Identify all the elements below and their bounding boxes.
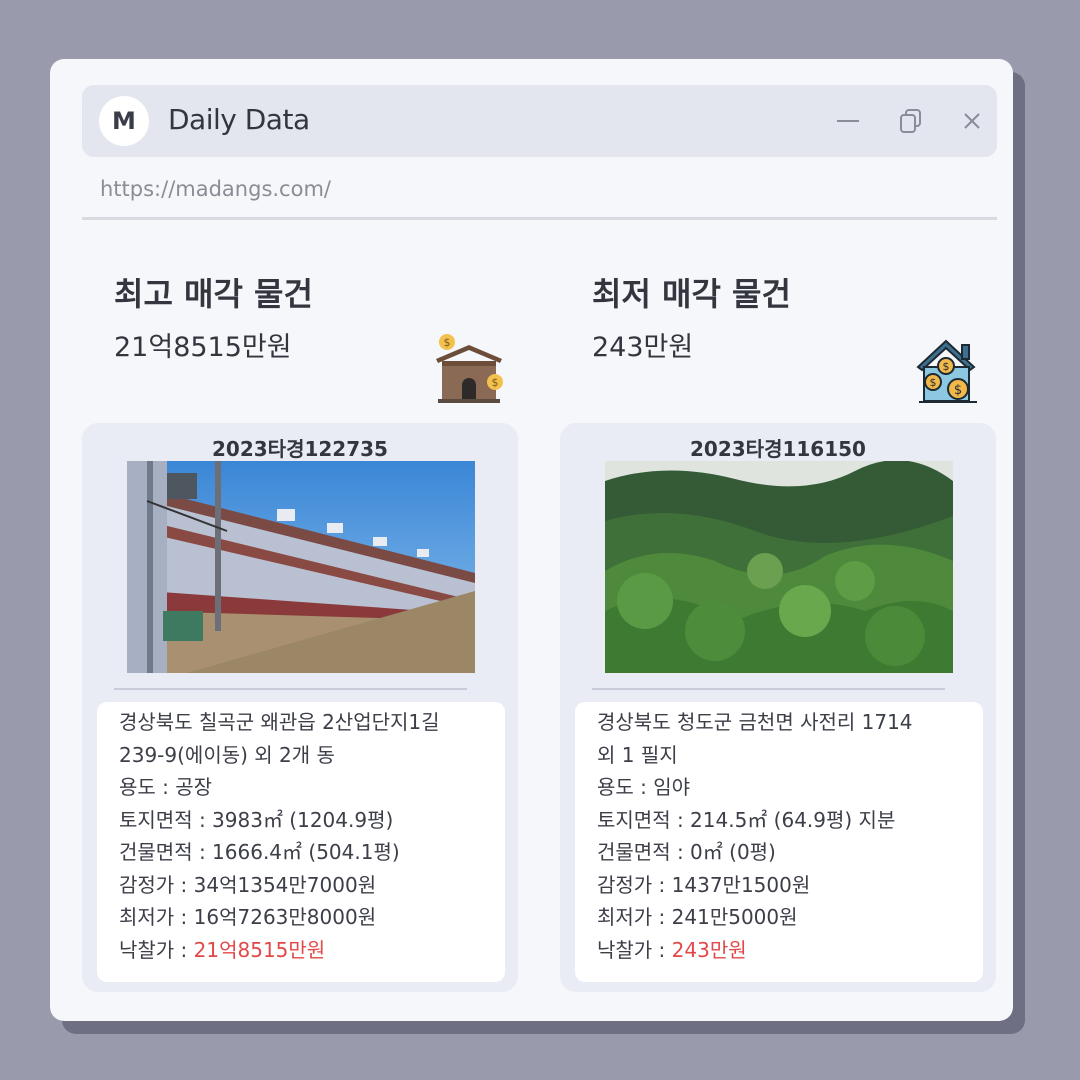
highest-price: 21억8515만원 [114, 332, 292, 363]
property-details: 경상북도 청도군 금천면 사전리 1714 외 1 필지 용도 : 임야 토지면… [575, 702, 983, 982]
case-number: 2023타경116150 [690, 437, 866, 461]
card-divider [114, 688, 467, 690]
url-text[interactable]: https://madangs.com/ [100, 177, 331, 201]
building-area-text: 건물면적 : 0㎡ (0평) [597, 840, 776, 864]
copy-icon [900, 109, 921, 133]
copy-button[interactable] [897, 107, 925, 135]
minimize-icon [837, 120, 859, 122]
close-button[interactable] [958, 107, 986, 135]
close-icon [964, 113, 980, 129]
app-window: M Daily Data https://madangs.com/ 최고 매각 … [50, 59, 1013, 1021]
case-number: 2023타경122735 [212, 437, 388, 461]
winning-bid-value: 243만원 [671, 937, 747, 962]
appraisal-price-text: 감정가 : 34억1354만7000원 [119, 872, 377, 897]
highest-property-card[interactable]: 2023타경122735 경상북도 칠곡군 왜관읍 2산업단지1길 239-9(… [82, 423, 518, 992]
highest-heading: 최고 매각 물건 [114, 275, 313, 313]
minimum-price-text: 최저가 : 16억7263만8000원 [119, 905, 377, 929]
appraisal-price-text: 감정가 : 1437만1500원 [597, 872, 811, 897]
winning-bid-label: 낙찰가 : [119, 937, 194, 962]
svg-text:$: $ [943, 360, 950, 373]
address-line-2: 외 1 필지 [597, 742, 678, 767]
winning-bid-value: 21억8515만원 [193, 937, 326, 962]
address-line-1: 경상북도 칠곡군 왜관읍 2산업단지1길 [119, 710, 440, 734]
svg-text:$: $ [444, 336, 451, 349]
app-logo: M [99, 96, 149, 146]
app-title: Daily Data [168, 103, 310, 136]
property-details: 경상북도 칠곡군 왜관읍 2산업단지1길 239-9(에이동) 외 2개 동 용… [97, 702, 505, 982]
usage-text: 용도 : 공장 [119, 775, 213, 799]
winning-bid-label: 낙찰가 : [597, 937, 672, 962]
land-area-text: 토지면적 : 3983㎡ (1204.9평) [119, 807, 394, 832]
winning-bid-row: 낙찰가 : 21억8515만원 [119, 934, 440, 967]
minimize-button[interactable] [834, 107, 862, 135]
lowest-heading: 최저 매각 물건 [592, 275, 791, 313]
winning-bid-row: 낙찰가 : 243만원 [597, 934, 913, 967]
land-area-text: 토지면적 : 214.5㎡ (64.9평) 지분 [597, 807, 896, 832]
factory-building-photo [127, 461, 475, 673]
lowest-property-card[interactable]: 2023타경116150 경상북도 청도군 금천면 사전리 1714 외 1 필… [560, 423, 996, 992]
svg-text:$: $ [954, 383, 962, 398]
header-divider [82, 217, 997, 220]
card-divider [592, 688, 945, 690]
forest-land-photo [605, 461, 953, 673]
address-line-2: 239-9(에이동) 외 2개 동 [119, 742, 335, 767]
minimum-price-text: 최저가 : 241만5000원 [597, 905, 798, 929]
svg-text:$: $ [930, 376, 937, 389]
house-money-icon: $ $ $ [915, 337, 981, 409]
lowest-price: 243만원 [592, 332, 694, 363]
building-area-text: 건물면적 : 1666.4㎡ (504.1평) [119, 840, 400, 864]
title-bar: M Daily Data [82, 85, 997, 157]
address-line-1: 경상북도 청도군 금천면 사전리 1714 [597, 710, 913, 734]
svg-text:$: $ [492, 376, 499, 389]
usage-text: 용도 : 임야 [597, 775, 691, 799]
warehouse-money-icon: $ $ [430, 333, 508, 409]
